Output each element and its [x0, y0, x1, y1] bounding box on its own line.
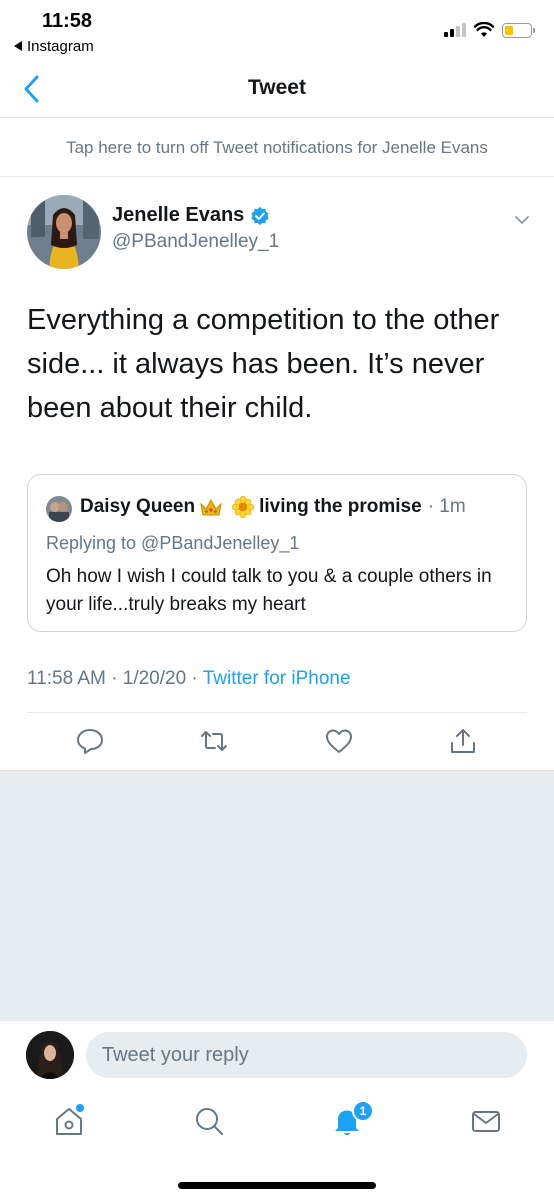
quoted-author-avatar: [46, 496, 72, 522]
reply-input[interactable]: [86, 1032, 527, 1078]
battery-icon: [502, 22, 535, 38]
quoted-author-name-part2: living the promise: [259, 496, 422, 517]
sunflower-icon: [231, 496, 255, 518]
wifi-icon: [474, 22, 494, 37]
quoted-tweet[interactable]: Daisy Queen living the promise · 1m Repl…: [27, 474, 527, 632]
tweet-text: Everything a competition to the other si…: [27, 304, 500, 424]
status-bar: 11:58 Instagram: [0, 0, 554, 60]
user-avatar[interactable]: [26, 1031, 74, 1079]
messages-icon[interactable]: [469, 1104, 503, 1138]
quoted-time: · 1m: [427, 496, 466, 517]
divider: [27, 712, 527, 713]
home-indicator[interactable]: [178, 1182, 376, 1189]
cellular-signal-icon: [444, 23, 466, 37]
like-icon[interactable]: [324, 726, 354, 756]
status-icons: [444, 22, 535, 38]
home-new-indicator: [76, 1104, 84, 1112]
page-title: Tweet: [248, 76, 306, 99]
quoted-text: Oh how I wish I could talk to you & a co…: [46, 566, 492, 615]
notification-toggle-banner[interactable]: Tap here to turn off Tweet notifications…: [0, 138, 554, 158]
chevron-down-icon[interactable]: [512, 210, 532, 230]
back-triangle-icon: [14, 41, 22, 51]
nav-bar: Tweet: [0, 60, 554, 118]
tweet-meta: 11:58 AM · 1/20/20 · Twitter for iPhone: [27, 668, 351, 690]
verified-badge-icon: [251, 206, 270, 225]
share-icon[interactable]: [448, 726, 478, 756]
quoted-header: Daisy Queen living the promise · 1m: [80, 496, 466, 518]
crown-icon: [200, 498, 222, 516]
divider: [0, 176, 554, 177]
tweet-timestamp: 11:58 AM · 1/20/20: [27, 668, 187, 689]
search-icon[interactable]: [192, 1104, 226, 1138]
author-avatar[interactable]: [27, 195, 101, 269]
meta-separator: ·: [186, 668, 203, 689]
tab-bar: 1: [0, 1094, 554, 1200]
back-to-app-link[interactable]: Instagram: [14, 38, 94, 55]
retweet-icon[interactable]: [199, 726, 229, 756]
author-handle[interactable]: @PBandJenelley_1: [112, 231, 279, 253]
status-time: 11:58: [42, 10, 93, 32]
tweet-actions: [0, 726, 554, 762]
empty-replies-area: [0, 770, 554, 1020]
reply-bar: [0, 1020, 554, 1094]
back-app-label: Instagram: [27, 38, 94, 55]
tweet-source-link[interactable]: Twitter for iPhone: [203, 668, 351, 689]
reply-icon[interactable]: [75, 726, 105, 756]
quoted-replying-to: Replying to @PBandJenelley_1: [46, 533, 300, 553]
author-name[interactable]: Jenelle Evans: [112, 204, 244, 227]
quoted-author-name-part1: Daisy Queen: [80, 496, 196, 517]
author-name-row[interactable]: Jenelle Evans: [112, 204, 270, 227]
notification-badge: 1: [352, 1100, 374, 1122]
